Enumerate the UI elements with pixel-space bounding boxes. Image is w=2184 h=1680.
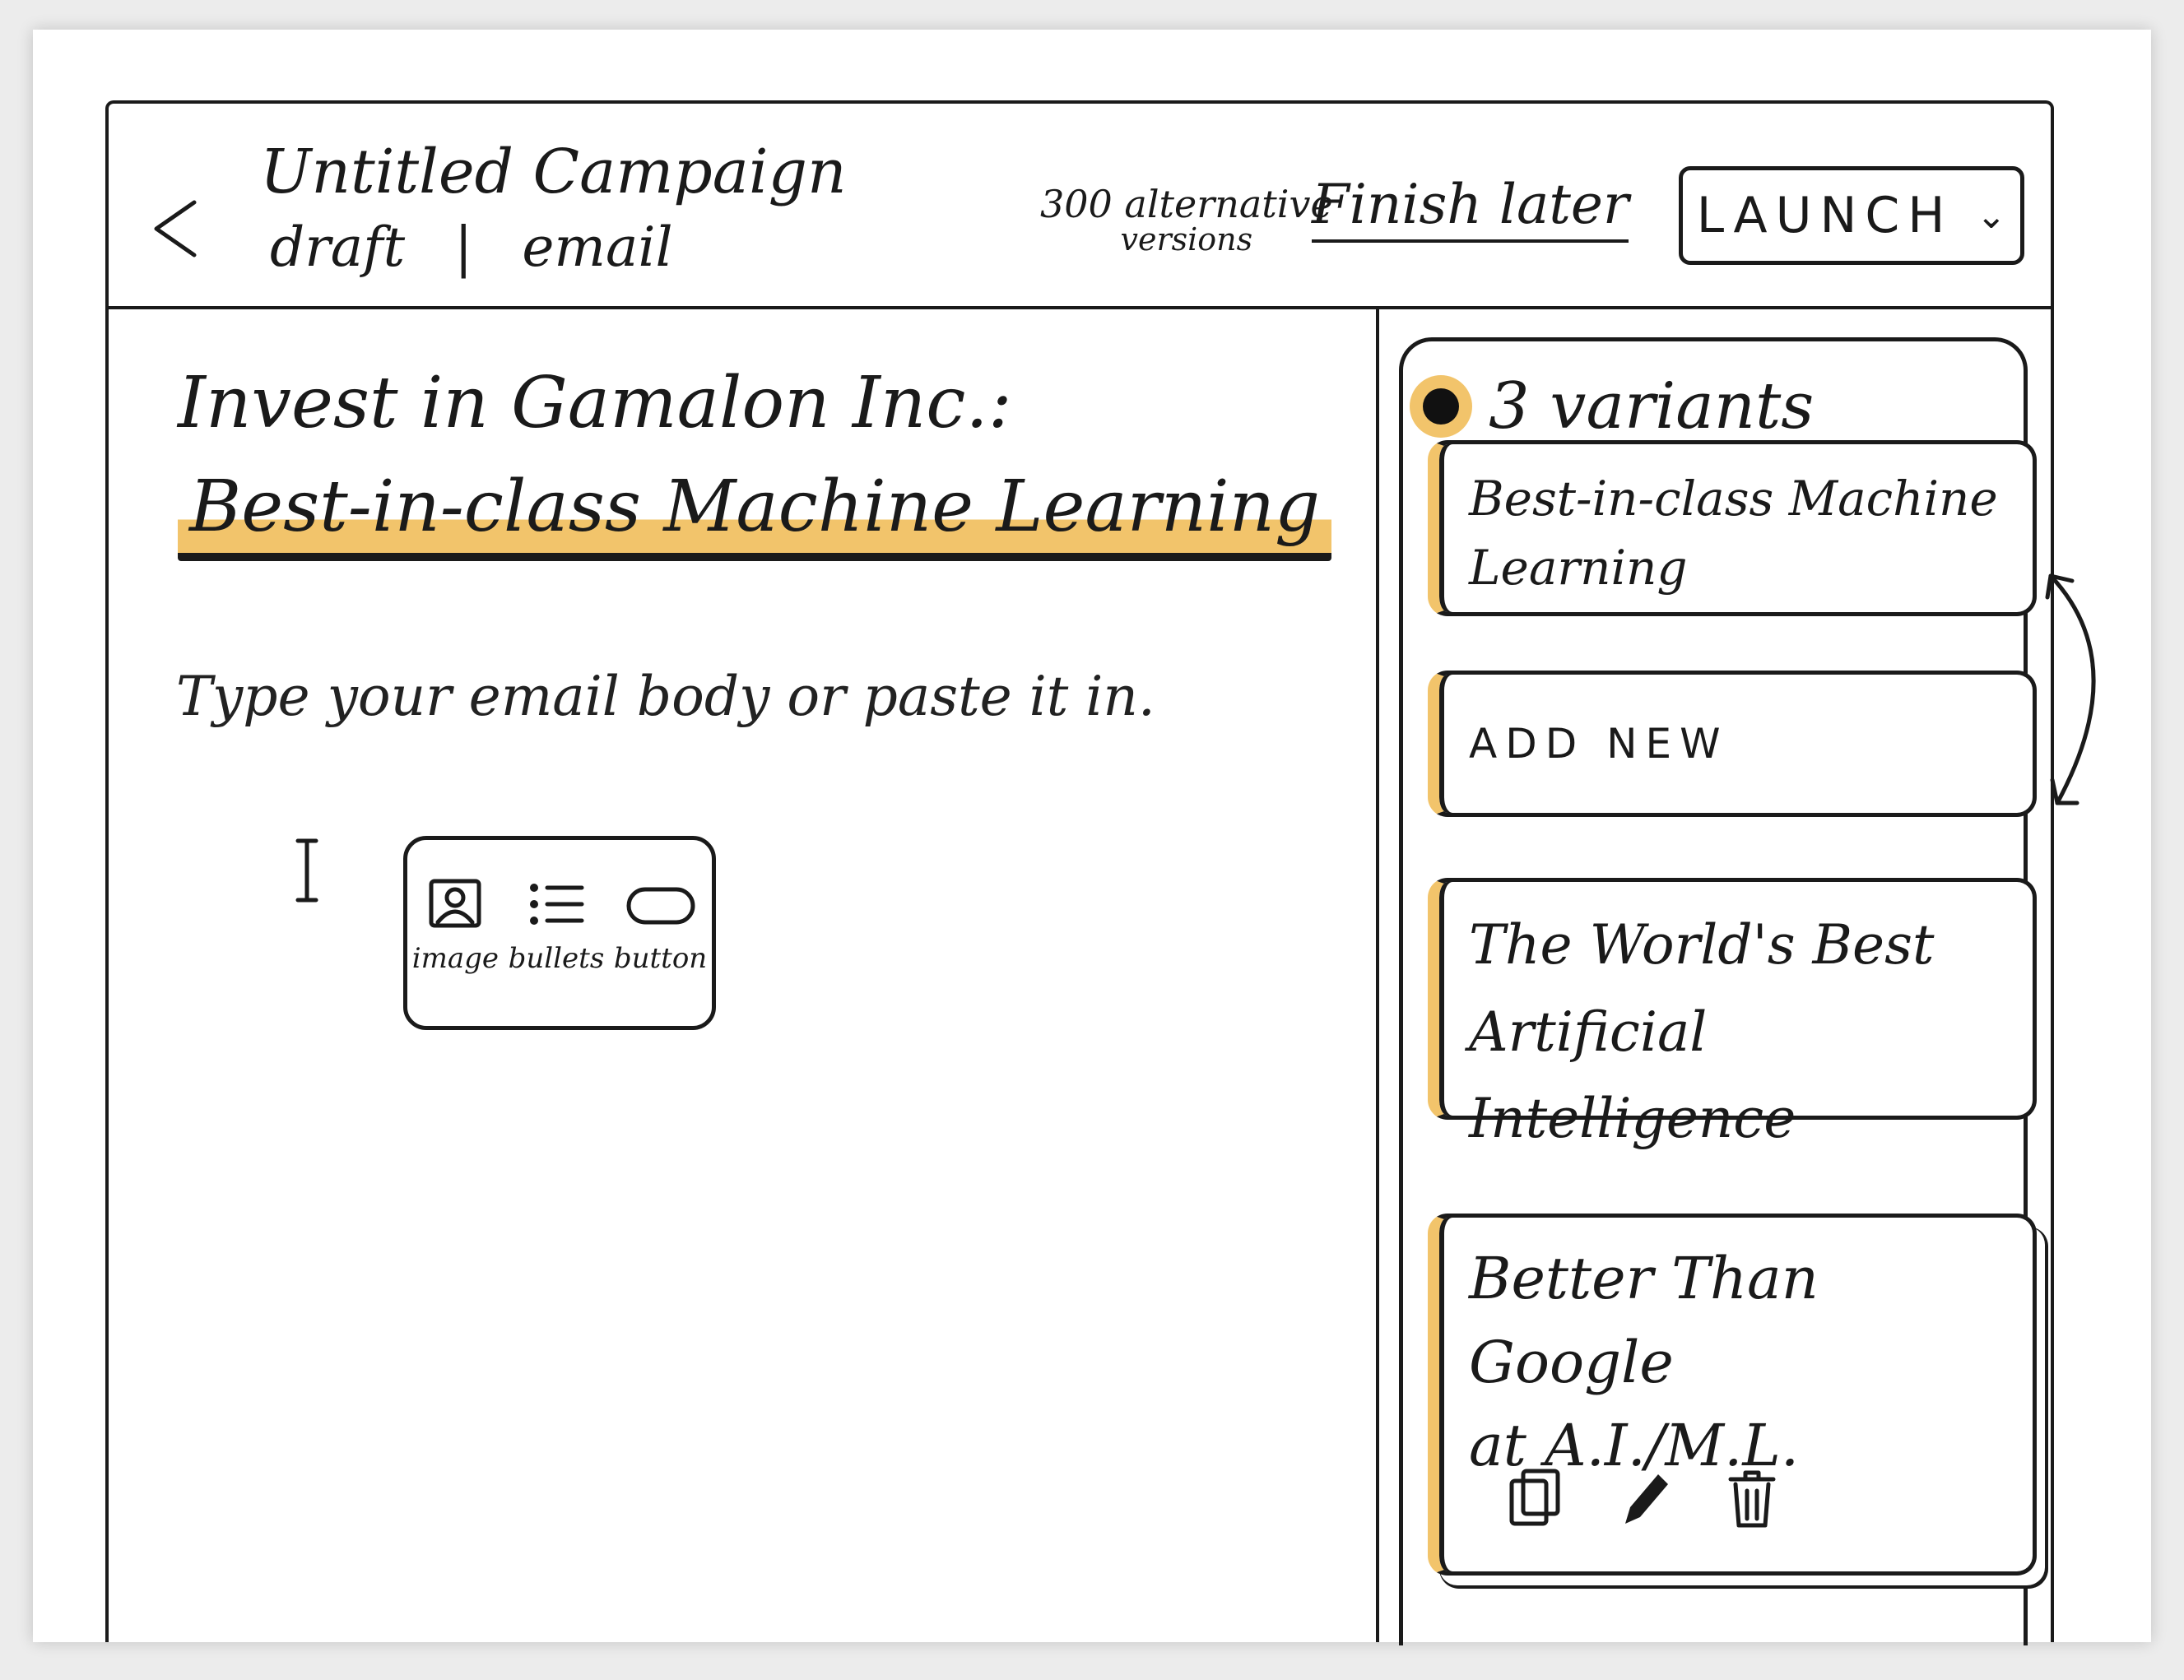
add-new-label: ADD NEW <box>1469 719 1729 768</box>
panel-divider <box>1376 309 1379 1642</box>
variant-text-line1: Better Than Google <box>1469 1245 1819 1396</box>
bullets-icon <box>529 884 584 925</box>
status-label: draft <box>270 216 406 279</box>
image-icon <box>429 879 481 928</box>
subject-line-variant[interactable]: Best-in-class Machine Learning <box>178 466 1332 561</box>
insert-image-label: image <box>411 942 500 975</box>
chevron-down-icon[interactable]: ⌄ <box>1976 195 2006 237</box>
variant-card-2[interactable]: The World's Best Artificial Intelligence <box>1428 878 2037 1150</box>
add-new-variant-button[interactable]: ADD NEW <box>1428 671 2037 817</box>
chevron-left-icon <box>154 200 197 258</box>
variant-text-line1: The World's Best <box>1469 913 1935 977</box>
campaign-title[interactable]: Untitled Campaign <box>260 137 847 207</box>
variants-header: 3 variants <box>1423 369 1814 443</box>
insert-button-option[interactable]: button <box>614 876 707 975</box>
edit-icon[interactable] <box>1614 1466 1673 1530</box>
delete-icon[interactable] <box>1722 1466 1782 1530</box>
variant-indicator-dot <box>1423 388 1459 425</box>
variant-card-3[interactable]: Better Than Google at A.I./M.L. <box>1428 1214 2037 1576</box>
variant-text: Best-in-class Machine Learning <box>1469 471 1998 596</box>
channel-label: email <box>522 216 673 279</box>
app-window: Untitled Campaign draft | email 300 alte… <box>105 100 2054 1645</box>
variant-text-line2: Artificial Intelligence <box>1469 1000 1796 1151</box>
campaign-meta: draft | email <box>270 216 673 279</box>
back-button[interactable] <box>146 196 204 262</box>
finish-later-link[interactable]: Finish later <box>1312 173 1629 243</box>
variant-card-1[interactable]: Best-in-class Machine Learning <box>1428 440 2037 616</box>
insert-button-label: button <box>613 942 708 975</box>
sketch-paper: Untitled Campaign draft | email 300 alte… <box>33 30 2151 1645</box>
insert-block-menu: image bullets button <box>403 836 716 1030</box>
variants-count-label: 3 variants <box>1489 369 1815 443</box>
launch-button[interactable]: LAUNCH ⌄ <box>1679 166 2024 265</box>
insert-image-option[interactable]: image <box>412 876 499 975</box>
insert-bullets-label: bullets <box>508 942 605 975</box>
meta-separator: | <box>454 216 473 279</box>
campaign-header: Untitled Campaign draft | email 300 alte… <box>109 104 2051 309</box>
launch-label: LAUNCH <box>1696 187 1954 244</box>
button-icon <box>626 887 695 925</box>
alternative-versions-count: 300 alternative versions <box>1040 182 1333 258</box>
text-cursor <box>295 838 318 903</box>
insert-bullets-option[interactable]: bullets <box>508 876 605 975</box>
reorder-arrow-icon <box>2045 573 2096 805</box>
subject-line-prefix[interactable]: Invest in Gamalon Inc.: <box>178 362 1012 444</box>
email-body-placeholder[interactable]: Type your email body or paste it in. <box>176 665 1155 728</box>
duplicate-icon[interactable] <box>1505 1466 1564 1530</box>
variant-actions <box>1505 1466 1782 1530</box>
variants-panel: 3 variants Best-in-class Machine Learnin… <box>1399 337 2037 1645</box>
email-editor: Invest in Gamalon Inc.: Best-in-class Ma… <box>109 309 1376 1642</box>
